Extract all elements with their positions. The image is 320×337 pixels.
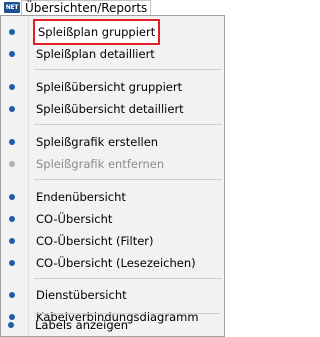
menu-item-label: CO-Übersicht [36, 212, 113, 226]
menu-item-spleissuebersicht-gruppiert[interactable]: Spleißübersicht gruppiert [3, 76, 222, 98]
menu-item-label: CO-Übersicht (Lesezeichen) [36, 256, 196, 270]
bullet-icon [9, 292, 15, 298]
menu-separator [34, 179, 222, 180]
menu-item-label: Spleißübersicht gruppiert [36, 80, 183, 94]
menu-item-spleissuebersicht-detailliert[interactable]: Spleißübersicht detailliert [3, 98, 222, 120]
bullet-icon [9, 84, 15, 90]
menu-separator [34, 278, 222, 279]
bullet-icon [9, 238, 15, 244]
menu-item-co-uebersicht-lesezeichen[interactable]: CO-Übersicht (Lesezeichen) [3, 252, 222, 274]
bullet-icon [9, 260, 15, 266]
menu-item-label: Dienstübersicht [36, 288, 127, 302]
menu-item-label: Endenübersicht [36, 190, 126, 204]
menu-item-co-uebersicht[interactable]: CO-Übersicht [3, 208, 222, 230]
bullet-icon [9, 139, 15, 145]
menu-item-spleissplan-detailliert[interactable]: Spleißplan detailliert [3, 43, 222, 65]
menu-item-spleissgrafik-entfernen: Spleißgrafik entfernen [3, 153, 222, 175]
menu-item-labels-anzeigen[interactable]: Labels anzeigen [2, 314, 221, 336]
app-logo-icon: NET [4, 2, 20, 13]
bullet-icon [9, 161, 15, 167]
menu-separator [34, 313, 220, 314]
menu-item-spleissplan-gruppiert[interactable]: Spleißplan gruppiert [3, 19, 222, 45]
menu-item-dienstuebersicht[interactable]: Dienstübersicht [3, 284, 222, 306]
bullet-icon [9, 51, 15, 57]
menu-item-label: Spleißgrafik erstellen [36, 135, 159, 149]
menu-item-co-uebersicht-filter[interactable]: CO-Übersicht (Filter) [3, 230, 222, 252]
menu-item-label: CO-Übersicht (Filter) [36, 234, 154, 248]
menu-item-label: Spleißplan gruppiert [32, 19, 161, 45]
menu-item-label: Spleißübersicht detailliert [36, 102, 184, 116]
menu-item-label: Spleißplan detailliert [36, 47, 155, 61]
menu-separator [34, 69, 222, 70]
bullet-icon [9, 216, 15, 222]
bullet-icon [9, 194, 15, 200]
bullet-icon [9, 29, 15, 35]
menu-reports[interactable]: Übersichten/Reports [21, 0, 152, 15]
menu-item-spleissgrafik-erstellen[interactable]: Spleißgrafik erstellen [3, 131, 222, 153]
menu-separator [34, 124, 222, 125]
bullet-icon [8, 322, 14, 328]
menu-item-label: Spleißgrafik entfernen [36, 157, 165, 171]
bullet-icon [9, 106, 15, 112]
menu-item-endenuebersicht[interactable]: Endenübersicht [3, 186, 222, 208]
reports-dropdown-menu: Spleißplan gruppiert Spleißplan detailli… [0, 15, 225, 337]
menu-bar: NET Übersichten/Reports [0, 0, 225, 15]
menu-item-label: Labels anzeigen [35, 318, 128, 332]
